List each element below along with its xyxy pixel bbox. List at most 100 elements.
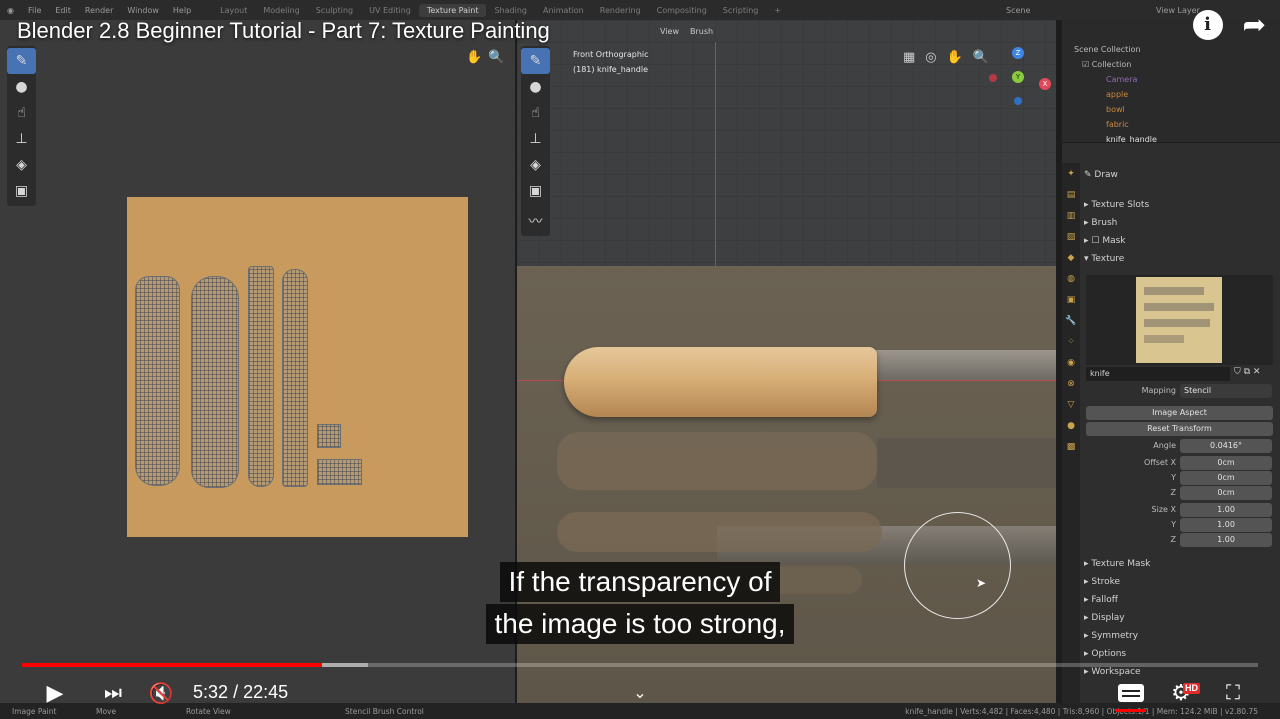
particles-tab-icon[interactable]: ⁘ xyxy=(1062,331,1080,352)
soften-brush-icon[interactable]: ● xyxy=(521,74,550,100)
world-tab-icon[interactable]: ◍ xyxy=(1062,268,1080,289)
camera-view-icon[interactable]: ◎ xyxy=(925,50,936,65)
section-texture-slots[interactable]: ▸ Texture Slots xyxy=(1084,197,1274,213)
fill-brush-icon[interactable]: ◈ xyxy=(7,152,36,178)
texture-tab-icon[interactable]: ▩ xyxy=(1062,436,1080,457)
chevron-down-icon[interactable]: ⌄ xyxy=(628,676,652,710)
reset-transform-button[interactable]: Reset Transform xyxy=(1086,422,1273,436)
tab-modeling[interactable]: Modeling xyxy=(255,4,307,17)
tab-sculpting[interactable]: Sculpting xyxy=(308,4,361,17)
viewport-view-menu[interactable]: View xyxy=(660,27,679,36)
image-editor-toolbar: ✎ ● ☝ ⊥ ◈ ▣ xyxy=(7,46,36,206)
menu-window[interactable]: Window xyxy=(120,6,166,15)
outliner-item-apple[interactable]: apple xyxy=(1106,87,1280,102)
subtitles-icon[interactable] xyxy=(1114,676,1148,710)
pan-hand-icon[interactable]: ✋ xyxy=(466,50,482,65)
uv-island xyxy=(135,276,180,486)
gizmo-neg-z[interactable] xyxy=(1014,97,1022,105)
offset-y-field[interactable]: 0cm xyxy=(1180,471,1272,485)
fill-brush-icon[interactable]: ◈ xyxy=(521,152,550,178)
player-controls: ▶ ⏭ 🔇 5:32 / 22:45 ⌄ ⚙ HD ⛶ xyxy=(0,676,1280,712)
menu-render[interactable]: Render xyxy=(78,6,120,15)
blender-logo-icon[interactable]: ◉ xyxy=(0,6,21,15)
tab-uv-editing[interactable]: UV Editing xyxy=(361,4,419,17)
outliner-item-bowl[interactable]: bowl xyxy=(1106,102,1280,117)
add-workspace-icon[interactable]: + xyxy=(766,4,789,17)
zoom-icon[interactable]: 🔍 xyxy=(973,50,989,65)
render-tab-icon[interactable]: ▤ xyxy=(1062,184,1080,205)
tab-animation[interactable]: Animation xyxy=(535,4,592,17)
constraints-tab-icon[interactable]: ⊗ xyxy=(1062,373,1080,394)
size-z-field[interactable]: 1.00 xyxy=(1180,533,1272,547)
mask-brush-icon[interactable]: ▣ xyxy=(521,178,550,204)
tab-layout[interactable]: Layout xyxy=(212,4,255,17)
play-icon[interactable]: ▶ xyxy=(40,676,70,710)
data-tab-icon[interactable]: ▽ xyxy=(1062,394,1080,415)
checkbox-icon[interactable]: ☑ xyxy=(1082,60,1092,69)
soften-brush-icon[interactable]: ● xyxy=(7,74,36,100)
offset-x-label: Offset X xyxy=(1143,458,1176,467)
outliner-item-fabric[interactable]: fabric xyxy=(1106,117,1280,132)
menu-file[interactable]: File xyxy=(21,6,48,15)
offset-z-field[interactable]: 0cm xyxy=(1180,486,1272,500)
scene-selector[interactable]: Scene xyxy=(1006,6,1030,15)
smear-brush-icon[interactable]: ☝ xyxy=(7,100,36,126)
share-icon[interactable]: ➦ xyxy=(1243,10,1266,40)
offset-x-field[interactable]: 0cm xyxy=(1180,456,1272,470)
menu-help[interactable]: Help xyxy=(166,6,198,15)
knife-handle-mesh xyxy=(564,347,877,417)
outliner-collection[interactable]: ☑ Collection xyxy=(1082,57,1280,72)
output-tab-icon[interactable]: ▥ xyxy=(1062,205,1080,226)
outliner-scene-collection[interactable]: Scene Collection xyxy=(1074,42,1280,57)
section-mask[interactable]: ▸ ☐ Mask xyxy=(1084,233,1274,249)
pan-hand-icon[interactable]: ✋ xyxy=(947,50,963,65)
gizmo-x-axis[interactable]: X xyxy=(1039,78,1051,90)
grid-icon[interactable]: ▦ xyxy=(903,50,915,65)
texture-actions-icons[interactable]: ⛉ ⧉ ✕ xyxy=(1234,367,1260,377)
clone-brush-icon[interactable]: ⊥ xyxy=(7,126,36,152)
angle-field[interactable]: 0.0416° xyxy=(1180,439,1272,453)
gizmo-y-axis[interactable]: Y xyxy=(1012,71,1024,83)
clone-brush-icon[interactable]: ⊥ xyxy=(521,126,550,152)
tab-scripting[interactable]: Scripting xyxy=(715,4,767,17)
mask-brush-icon[interactable]: ▣ xyxy=(7,178,36,204)
section-texture[interactable]: ▾ Texture xyxy=(1084,251,1274,267)
modifier-tab-icon[interactable]: 🔧 xyxy=(1062,310,1080,331)
size-y-field[interactable]: 1.00 xyxy=(1180,518,1272,532)
view-layer-tab-icon[interactable]: ▧ xyxy=(1062,226,1080,247)
section-options[interactable]: ▸ Options xyxy=(1084,646,1274,662)
outliner-item-camera[interactable]: Camera xyxy=(1106,72,1280,87)
tab-texture-paint[interactable]: Texture Paint xyxy=(418,3,487,17)
image-aspect-button[interactable]: Image Aspect xyxy=(1086,406,1273,420)
mute-icon[interactable]: 🔇 xyxy=(145,676,177,710)
tab-rendering[interactable]: Rendering xyxy=(592,4,649,17)
hd-badge: HD xyxy=(1183,683,1200,694)
zoom-icon[interactable]: 🔍 xyxy=(488,50,504,65)
annotate-icon[interactable]: 〰 xyxy=(521,208,550,234)
info-icon[interactable]: i xyxy=(1192,10,1223,40)
angle-label: Angle xyxy=(1153,441,1176,450)
tab-shading[interactable]: Shading xyxy=(486,4,535,17)
tool-tab-icon[interactable]: ✦ xyxy=(1062,163,1080,184)
gizmo-z-axis[interactable]: Z xyxy=(1012,47,1024,59)
next-icon[interactable]: ⏭ xyxy=(98,676,128,710)
gizmo-neg-x[interactable] xyxy=(989,74,997,82)
mapping-dropdown[interactable]: Stencil xyxy=(1180,384,1272,398)
size-x-field[interactable]: 1.00 xyxy=(1180,503,1272,517)
menu-edit[interactable]: Edit xyxy=(48,6,78,15)
progress-bar[interactable] xyxy=(22,663,1258,667)
section-brush[interactable]: ▸ Brush xyxy=(1084,215,1274,231)
material-tab-icon[interactable]: ● xyxy=(1062,415,1080,436)
exit-fullscreen-icon[interactable]: ⛶ xyxy=(1216,676,1250,710)
smear-brush-icon[interactable]: ☝ xyxy=(521,100,550,126)
scene-tab-icon[interactable]: ◆ xyxy=(1062,247,1080,268)
viewport-brush-menu[interactable]: Brush xyxy=(690,27,713,36)
draw-brush-icon[interactable]: ✎ xyxy=(7,48,36,74)
video-title[interactable]: Blender 2.8 Beginner Tutorial - Part 7: … xyxy=(17,18,550,44)
texture-name-field[interactable]: knife xyxy=(1086,367,1230,381)
object-tab-icon[interactable]: ▣ xyxy=(1062,289,1080,310)
tab-compositing[interactable]: Compositing xyxy=(649,4,715,17)
draw-brush-icon[interactable]: ✎ xyxy=(521,48,550,74)
physics-tab-icon[interactable]: ◉ xyxy=(1062,352,1080,373)
caption-line-2: the image is too strong, xyxy=(486,604,794,644)
